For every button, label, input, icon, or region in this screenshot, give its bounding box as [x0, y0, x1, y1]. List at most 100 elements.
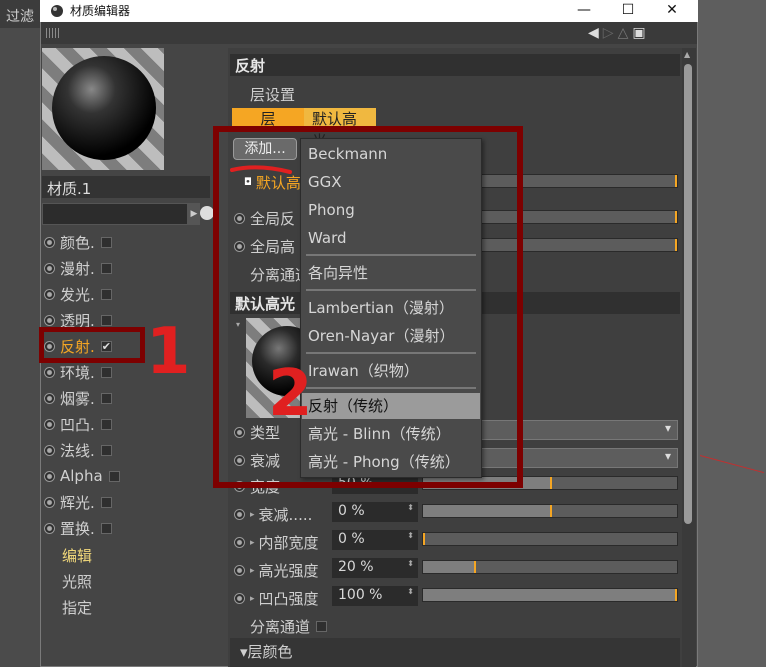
channel-label: 置换. — [60, 519, 95, 538]
channel-luminance[interactable]: 发光. — [44, 283, 112, 305]
radio-icon[interactable] — [44, 236, 55, 248]
annotation-mark-1: 1 — [146, 315, 191, 389]
triangle-icon[interactable]: △ — [618, 25, 633, 41]
close-button[interactable]: ✕ — [650, 0, 694, 22]
checkbox[interactable] — [100, 522, 112, 534]
row-label: 内部宽度 — [258, 534, 319, 552]
radio-icon[interactable] — [44, 262, 55, 274]
specular-strength-input[interactable]: 20 % ⬍ — [332, 558, 418, 578]
radio-icon[interactable] — [44, 444, 55, 456]
channel-label: Alpha — [60, 467, 103, 485]
row-label: 高光强度 — [258, 562, 319, 580]
radio-icon[interactable] — [234, 537, 245, 548]
falloff-value: 0 % — [338, 503, 365, 519]
falloff-input[interactable]: 0 % ⬍ — [332, 502, 418, 522]
bump-strength-input[interactable]: 100 % ⬍ — [332, 586, 418, 606]
grip-icon[interactable] — [46, 28, 60, 38]
radio-icon[interactable] — [44, 392, 55, 404]
channel-label: 环境. — [60, 363, 95, 382]
nav-assign[interactable]: 指定 — [62, 597, 92, 618]
arrow-left-icon[interactable]: ◀ — [588, 25, 603, 41]
channel-diffusion[interactable]: 漫射. — [44, 257, 112, 279]
radio-icon[interactable] — [44, 288, 55, 300]
scroll-up-icon[interactable]: ▲ — [684, 50, 690, 59]
minimize-button[interactable]: — — [562, 0, 606, 22]
channel-alpha[interactable]: Alpha — [44, 465, 120, 487]
expand-arrow-icon[interactable]: ▸ — [250, 594, 255, 604]
expand-arrow-icon[interactable]: ▸ — [250, 566, 255, 576]
checkbox[interactable] — [100, 366, 112, 378]
bump-strength-row[interactable]: ▸ 凹凸强度 — [234, 588, 319, 609]
stepper-icon[interactable]: ⬍ — [407, 503, 414, 512]
radio-icon[interactable] — [44, 314, 55, 326]
radio-icon[interactable] — [44, 418, 55, 430]
channel-bump[interactable]: 凹凸. — [44, 413, 112, 435]
checkbox[interactable] — [100, 496, 112, 508]
expand-arrow-icon[interactable]: ▸ — [250, 538, 255, 548]
checkbox[interactable] — [100, 262, 112, 274]
background-filter-label: 过滤 — [6, 9, 34, 25]
checkbox[interactable] — [100, 444, 112, 456]
toolbar-icons: ◀▷△▣ — [588, 25, 650, 41]
radio-icon[interactable] — [234, 565, 245, 576]
checkbox[interactable] — [100, 418, 112, 430]
bump-strength-slider[interactable] — [422, 588, 678, 602]
preview-sphere — [52, 56, 156, 160]
stepper-icon[interactable]: ⬍ — [407, 559, 414, 568]
bump-strength-value: 100 % — [338, 587, 383, 603]
scrollbar-thumb[interactable] — [684, 64, 692, 524]
checkbox[interactable] — [100, 392, 112, 404]
inner-width-slider[interactable] — [422, 532, 678, 546]
falloff-slider[interactable] — [422, 504, 678, 518]
channel-label: 法线. — [60, 441, 95, 460]
nav-lighting[interactable]: 光照 — [62, 571, 92, 592]
channel-glow[interactable]: 辉光. — [44, 491, 112, 513]
specular-strength-row[interactable]: ▸ 高光强度 — [234, 560, 319, 581]
specular-strength-slider[interactable] — [422, 560, 678, 574]
radio-icon[interactable] — [44, 522, 55, 534]
expand-arrow-icon[interactable]: ▸ — [250, 510, 255, 520]
radio-icon[interactable] — [44, 496, 55, 508]
falloff-row[interactable]: ▸ 衰减..... — [234, 504, 312, 525]
layer-settings-label: 层设置 — [250, 86, 296, 104]
radio-icon[interactable] — [44, 366, 55, 378]
radio-icon[interactable] — [44, 470, 55, 482]
annotation-mark-2: 2 — [268, 357, 313, 431]
channel-normal[interactable]: 法线. — [44, 439, 112, 461]
channel-environment[interactable]: 环境. — [44, 361, 112, 383]
app-icon — [51, 5, 63, 17]
channel-label: 颜色. — [60, 233, 95, 252]
inner-width-input[interactable]: 0 % ⬍ — [332, 530, 418, 550]
annotation-highlight-box — [213, 126, 523, 488]
inner-width-row[interactable]: ▸ 内部宽度 — [234, 532, 319, 553]
channel-color[interactable]: 颜色. — [44, 231, 112, 253]
material-selector-field[interactable] — [42, 203, 188, 225]
nav-edit[interactable]: 编辑 — [62, 545, 92, 566]
stepper-icon[interactable]: ⬍ — [407, 587, 414, 596]
channel-fog[interactable]: 烟雾. — [44, 387, 112, 409]
separate-pass-row-2[interactable]: 分离通道 — [250, 616, 328, 637]
radio-icon[interactable] — [234, 509, 245, 520]
checkbox[interactable] — [100, 288, 112, 300]
layer-color-header[interactable]: ▾层颜色 — [240, 641, 293, 662]
reset-icon[interactable] — [200, 206, 214, 220]
material-name[interactable]: 材质.1 — [42, 176, 210, 198]
annotation-highlight-box-channel — [39, 327, 145, 363]
stepper-icon[interactable]: ⬍ — [407, 531, 414, 540]
background-viewport — [698, 0, 766, 667]
channel-displacement[interactable]: 置换. — [44, 517, 112, 539]
arrow-right-icon[interactable]: ▷ — [603, 25, 618, 41]
window-title: 材质编辑器 — [70, 4, 131, 18]
checkbox[interactable] — [316, 621, 328, 632]
checkbox[interactable] — [108, 470, 120, 482]
channel-label: 烟雾. — [60, 389, 95, 408]
row-label: 衰减..... — [258, 506, 313, 524]
maximize-button[interactable]: ☐ — [606, 0, 650, 22]
pin-icon[interactable]: ▣ — [632, 25, 649, 41]
radio-icon[interactable] — [234, 593, 245, 604]
checkbox[interactable] — [100, 314, 112, 326]
selector-arrow-icon[interactable]: ▶ — [188, 203, 200, 225]
checkbox[interactable] — [100, 236, 112, 248]
channel-label: 发光. — [60, 285, 95, 304]
row-label: 分离通道 — [250, 618, 311, 636]
